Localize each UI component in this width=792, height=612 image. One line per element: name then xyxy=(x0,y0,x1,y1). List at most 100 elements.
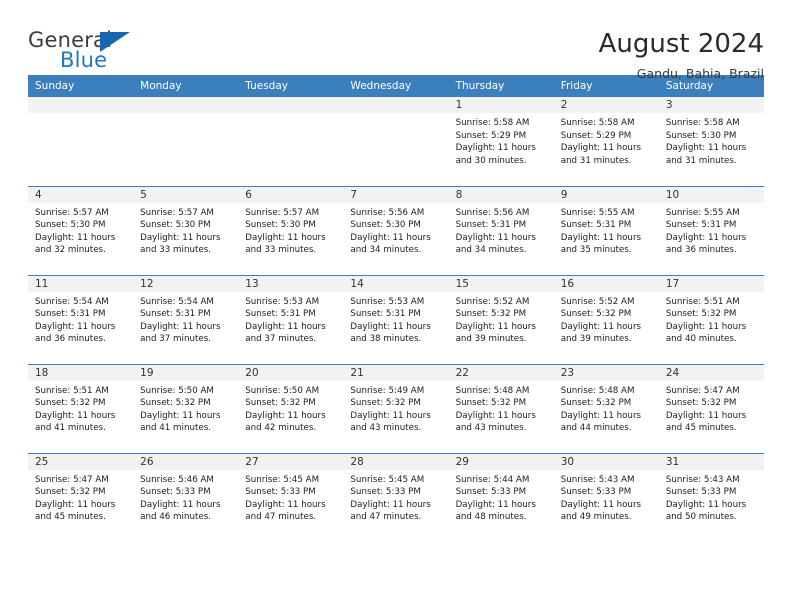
sunrise-time: Sunrise: 5:50 AM xyxy=(245,385,320,396)
calendar-day-cell[interactable]: 28 Sunrise: 5:45 AM Sunset: 5:33 PM Dayligh… xyxy=(343,452,449,543)
calendar-day-cell[interactable]: 1 Sunrise: 5:58 AM Sunset: 5:29 PM Daylight… xyxy=(448,97,554,186)
calendar-day-cell[interactable]: 3 Sunrise: 5:58 AM Sunset: 5:30 PM Daylight… xyxy=(658,97,764,186)
calendar-day-cell[interactable]: 19 Sunrise: 5:50 AM Sunset: 5:32 PM Dayligh… xyxy=(133,363,239,453)
daylight-line-2: and 46 minutes. xyxy=(140,512,211,523)
day-details: Sunrise: 5:52 AM Sunset: 5:32 PM Daylight:… xyxy=(449,292,554,346)
calendar-day-cell[interactable]: 22 Sunrise: 5:48 AM Sunset: 5:32 PM Dayligh… xyxy=(448,363,554,453)
sunset-time: Sunset: 5:29 PM xyxy=(455,130,527,141)
sunset-time: Sunset: 5:31 PM xyxy=(455,220,527,231)
daylight-line-1: Daylight: 11 hours xyxy=(35,499,116,510)
day-cell-inner: 28 Sunrise: 5:45 AM Sunset: 5:33 PM Dayligh… xyxy=(343,453,449,543)
calendar-day-cell[interactable]: 27 Sunrise: 5:45 AM Sunset: 5:33 PM Dayligh… xyxy=(238,452,344,542)
day-cell-inner: 30 Sunrise: 5:43 AM Sunset: 5:33 PM Dayligh… xyxy=(553,453,659,543)
daylight-line-2: and 49 minutes. xyxy=(560,512,632,523)
day-cell-inner: 4 Sunrise: 5:57 AM Sunset: 5:30 PM Daylight… xyxy=(28,186,134,275)
day-cell-inner: 12 Sunrise: 5:54 AM Sunset: 5:31 PM Dayligh… xyxy=(133,275,239,364)
day-number xyxy=(133,97,239,113)
day-details: Sunrise: 5:47 AM Sunset: 5:32 PM Daylight:… xyxy=(28,470,133,524)
day-details: Sunrise: 5:45 AM Sunset: 5:33 PM Daylight:… xyxy=(343,470,448,524)
daylight-line-1: Daylight: 11 hours xyxy=(35,232,116,243)
daylight-line-1: Daylight: 11 hours xyxy=(140,321,221,332)
sunset-time: Sunset: 5:30 PM xyxy=(35,220,106,231)
sunrise-time: Sunrise: 5:57 AM xyxy=(140,207,214,218)
day-number: 15 xyxy=(448,275,554,292)
day-cell-inner: 8 Sunrise: 5:56 AM Sunset: 5:31 PM Daylight… xyxy=(448,186,554,275)
day-number xyxy=(343,97,449,113)
calendar-week-row: 11 Sunrise: 5:54 AM Sunset: 5:31 PM Dayligh… xyxy=(28,274,764,364)
day-cell-inner: 16 Sunrise: 5:52 AM Sunset: 5:32 PM Dayligh… xyxy=(553,275,659,364)
weekday-header-sunday: Sunday xyxy=(28,75,134,97)
day-details: Sunrise: 5:53 AM Sunset: 5:31 PM Daylight:… xyxy=(343,292,448,346)
calendar-day-cell[interactable]: 8 Sunrise: 5:56 AM Sunset: 5:31 PM Daylight… xyxy=(448,185,554,275)
calendar-day-cell[interactable]: 23 Sunrise: 5:48 AM Sunset: 5:32 PM Dayligh… xyxy=(553,363,659,453)
day-details: Sunrise: 5:58 AM Sunset: 5:29 PM Daylight:… xyxy=(554,113,659,167)
calendar-day-cell[interactable]: 16 Sunrise: 5:52 AM Sunset: 5:32 PM Dayligh… xyxy=(553,274,659,364)
daylight-line-1: Daylight: 11 hours xyxy=(35,410,116,421)
calendar-day-cell[interactable]: 10 Sunrise: 5:55 AM Sunset: 5:31 PM Dayligh… xyxy=(658,185,764,275)
day-number: 2 xyxy=(553,97,659,113)
calendar-day-cell[interactable]: 15 Sunrise: 5:52 AM Sunset: 5:32 PM Dayligh… xyxy=(448,274,554,364)
sunrise-time: Sunrise: 5:57 AM xyxy=(245,207,320,218)
daylight-line-2: and 41 minutes. xyxy=(140,423,211,434)
sunset-time: Sunset: 5:33 PM xyxy=(455,487,527,498)
calendar-day-cell[interactable]: 5 Sunrise: 5:57 AM Sunset: 5:30 PM Daylight… xyxy=(133,185,239,275)
day-number: 17 xyxy=(658,275,764,292)
sunrise-time: Sunrise: 5:55 AM xyxy=(560,207,635,218)
calendar-week-row: 18 Sunrise: 5:51 AM Sunset: 5:32 PM Dayligh… xyxy=(28,363,764,453)
day-details: Sunrise: 5:49 AM Sunset: 5:32 PM Daylight:… xyxy=(343,381,448,435)
calendar-day-cell[interactable]: 9 Sunrise: 5:55 AM Sunset: 5:31 PM Daylight… xyxy=(553,185,659,275)
sunrise-time: Sunrise: 5:49 AM xyxy=(350,385,425,396)
calendar-day-cell[interactable]: 4 Sunrise: 5:57 AM Sunset: 5:30 PM Daylight… xyxy=(28,185,134,275)
day-details: Sunrise: 5:52 AM Sunset: 5:32 PM Daylight:… xyxy=(554,292,659,346)
calendar-day-cell[interactable]: 30 Sunrise: 5:43 AM Sunset: 5:33 PM Dayligh… xyxy=(553,452,659,543)
day-cell-inner: 22 Sunrise: 5:48 AM Sunset: 5:32 PM Dayligh… xyxy=(448,364,554,453)
calendar-day-cell[interactable]: 21 Sunrise: 5:49 AM Sunset: 5:32 PM Dayligh… xyxy=(343,363,449,453)
sunset-time: Sunset: 5:32 PM xyxy=(350,398,421,409)
calendar-day-cell-empty xyxy=(238,97,344,186)
calendar-day-cell[interactable]: 12 Sunrise: 5:54 AM Sunset: 5:31 PM Dayligh… xyxy=(133,274,239,364)
day-details: Sunrise: 5:47 AM Sunset: 5:32 PM Daylight:… xyxy=(659,381,764,435)
day-details: Sunrise: 5:50 AM Sunset: 5:32 PM Daylight:… xyxy=(133,381,238,435)
day-details: Sunrise: 5:58 AM Sunset: 5:30 PM Daylight:… xyxy=(659,113,764,167)
daylight-line-2: and 50 minutes. xyxy=(665,512,737,523)
calendar-day-cell[interactable]: 18 Sunrise: 5:51 AM Sunset: 5:32 PM Dayligh… xyxy=(28,363,134,453)
sunset-time: Sunset: 5:32 PM xyxy=(455,309,527,320)
location-subtitle: Gandu, Bahia, Brazil xyxy=(636,65,764,81)
daylight-line-2: and 32 minutes. xyxy=(35,245,106,256)
sunset-time: Sunset: 5:30 PM xyxy=(245,220,316,231)
calendar-day-cell[interactable]: 26 Sunrise: 5:46 AM Sunset: 5:33 PM Dayligh… xyxy=(133,452,239,542)
calendar-day-cell[interactable]: 11 Sunrise: 5:54 AM Sunset: 5:31 PM Dayligh… xyxy=(28,274,134,364)
day-number xyxy=(28,97,134,113)
day-number: 20 xyxy=(238,364,344,381)
general-blue-logo[interactable]: General Blue xyxy=(28,28,148,78)
calendar-day-cell[interactable]: 24 Sunrise: 5:47 AM Sunset: 5:32 PM Dayligh… xyxy=(658,363,764,453)
weekday-header-monday: Monday xyxy=(133,75,239,97)
calendar-day-cell[interactable]: 14 Sunrise: 5:53 AM Sunset: 5:31 PM Dayligh… xyxy=(343,274,449,364)
daylight-line-2: and 42 minutes. xyxy=(245,423,317,434)
day-cell-inner: 7 Sunrise: 5:56 AM Sunset: 5:30 PM Daylight… xyxy=(343,186,449,275)
day-details: Sunrise: 5:56 AM Sunset: 5:30 PM Daylight:… xyxy=(343,203,448,257)
daylight-line-2: and 31 minutes. xyxy=(560,155,632,166)
sunrise-time: Sunrise: 5:43 AM xyxy=(665,474,740,485)
day-number: 16 xyxy=(553,275,659,292)
day-details: Sunrise: 5:57 AM Sunset: 5:30 PM Daylight:… xyxy=(133,203,238,257)
day-details: Sunrise: 5:50 AM Sunset: 5:32 PM Daylight:… xyxy=(238,381,343,435)
sunrise-time: Sunrise: 5:48 AM xyxy=(455,385,530,396)
sunset-time: Sunset: 5:32 PM xyxy=(665,309,737,320)
calendar-day-cell[interactable]: 29 Sunrise: 5:44 AM Sunset: 5:33 PM Dayligh… xyxy=(448,452,554,542)
calendar-day-cell[interactable]: 7 Sunrise: 5:56 AM Sunset: 5:30 PM Daylight… xyxy=(343,185,449,275)
sunrise-time: Sunrise: 5:55 AM xyxy=(665,207,740,218)
daylight-line-2: and 38 minutes. xyxy=(350,334,422,345)
daylight-line-2: and 41 minutes. xyxy=(35,423,106,434)
daylight-line-2: and 40 minutes. xyxy=(665,334,737,345)
calendar-day-cell[interactable]: 13 Sunrise: 5:53 AM Sunset: 5:31 PM Dayligh… xyxy=(238,274,344,364)
sunrise-time: Sunrise: 5:46 AM xyxy=(140,474,214,485)
calendar-day-cell[interactable]: 17 Sunrise: 5:51 AM Sunset: 5:32 PM Dayligh… xyxy=(658,274,764,364)
calendar-day-cell[interactable]: 2 Sunrise: 5:58 AM Sunset: 5:29 PM Daylight… xyxy=(553,97,659,186)
calendar-day-cell[interactable]: 31 Sunrise: 5:43 AM Sunset: 5:33 PM Dayligh… xyxy=(658,452,764,542)
day-number: 10 xyxy=(658,186,764,203)
calendar-day-cell[interactable]: 20 Sunrise: 5:50 AM Sunset: 5:32 PM Dayligh… xyxy=(238,363,344,453)
sunset-time: Sunset: 5:33 PM xyxy=(350,487,421,498)
calendar-day-cell[interactable]: 25 Sunrise: 5:47 AM Sunset: 5:32 PM Dayligh… xyxy=(28,452,134,542)
calendar-day-cell[interactable]: 6 Sunrise: 5:57 AM Sunset: 5:30 PM Daylight… xyxy=(238,185,344,275)
